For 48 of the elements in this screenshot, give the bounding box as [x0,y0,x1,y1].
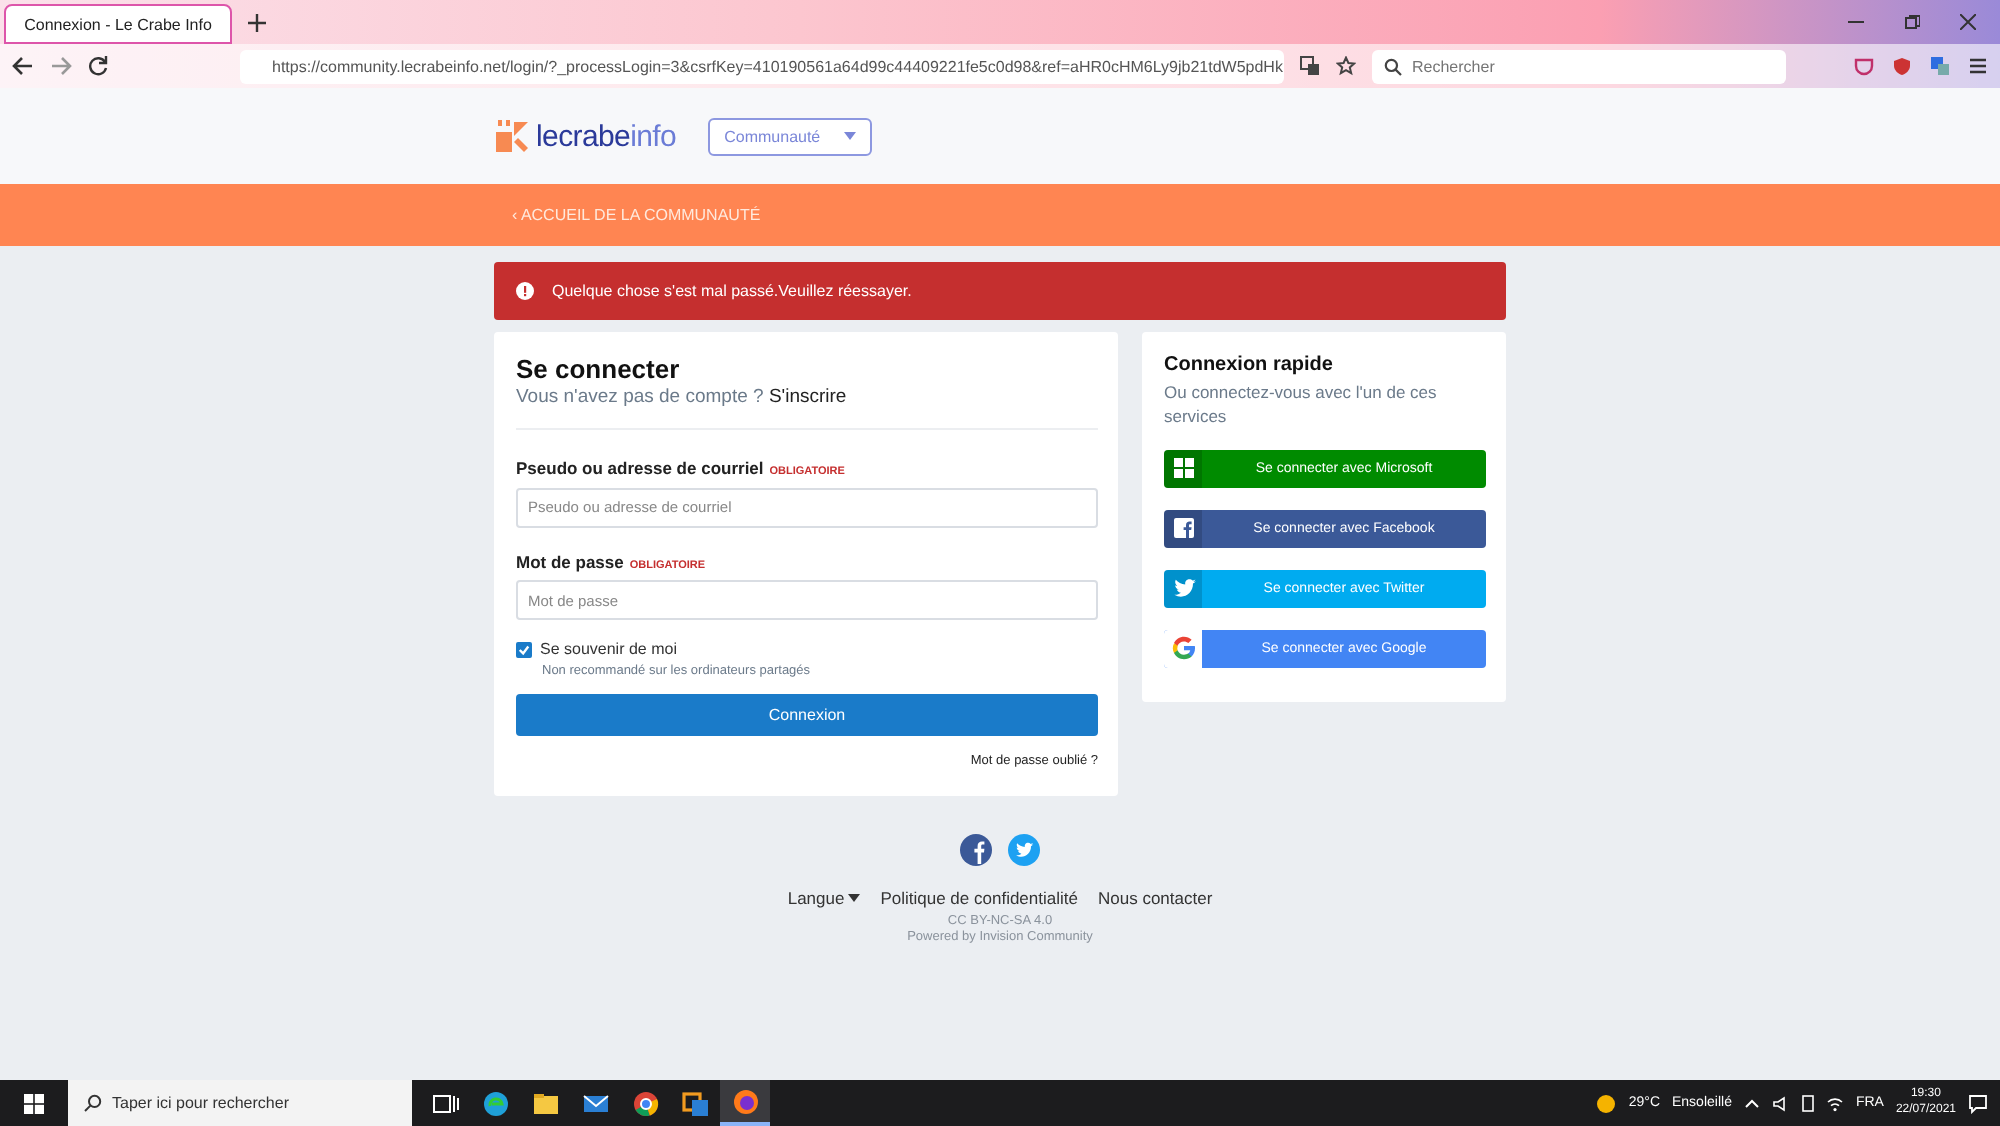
sun-icon [1596,1093,1617,1113]
signup-prompt: Vous n'avez pas de compte ? S'inscrire [516,386,1098,430]
battery-icon [1801,1094,1814,1112]
quick-login-title: Connexion rapide [1164,354,1335,376]
taskbar-search-field[interactable]: Taper ici pour rechercher [68,1080,412,1126]
search-field[interactable]: Rechercher [1372,49,1786,83]
search-icon [84,1094,102,1112]
quick-login-subtitle: Ou connectez-vous avec l'un de ces services [1164,380,1439,430]
checkbox-label: Se souvenir de moi [540,640,677,658]
restore-icon [1904,14,1920,30]
login-title: Se connecter [516,354,682,384]
close-icon [1960,14,1976,30]
translate-icon [1300,56,1320,76]
facebook-icon[interactable] [960,834,992,866]
caret-down-icon [848,894,861,902]
reload-icon [88,56,108,76]
search-icon [1384,57,1402,75]
logo-text: lecrabeinfo [536,119,677,153]
star-icon [1336,56,1356,76]
back-arrow-icon [12,56,34,76]
browser-tab[interactable]: Connexion - Le Crabe Info [4,4,232,44]
forward-arrow-icon [50,56,72,76]
speaker-icon [1771,1095,1790,1111]
checkmark-icon [518,643,530,655]
chrome-app-icon [629,1087,661,1119]
address-bar[interactable]: https://community.lecrabeinfo.net/login/?_processLogin=3&csrfKey=410190561a64d99c44409221fe5c0d98&ref=aHR0cHM6Ly9jb21tdW5pdHk [240,49,1284,83]
signup-link[interactable]: S'inscrire [768,386,847,408]
wifi-icon [1825,1095,1844,1111]
notification-icon [1968,1093,1988,1113]
checkbox[interactable] [516,641,532,657]
firefox-app-icon [729,1085,761,1117]
twitter-icon[interactable] [1008,834,1040,866]
windows-start-icon [24,1093,44,1113]
warning-icon [516,282,534,300]
field-label: Pseudo ou adresse de courriel [516,458,764,478]
menu-icon [1968,56,1988,76]
google-icon [1167,632,1199,665]
crab-logo-icon [494,118,530,154]
login-button[interactable]: Connexion [516,694,1098,736]
language-dropdown[interactable]: Langue [787,888,861,908]
footer-link[interactable]: Politique de confidentialité [880,888,1078,908]
caret-down-icon [844,132,857,140]
chevron-up-icon [1743,1098,1760,1108]
translate-icon [1930,56,1950,76]
footer-link[interactable]: Nous contacter [1097,888,1213,908]
error-message: Quelque chose s'est mal passé.Veuillez réessayer. [552,282,912,300]
field-label: Mot de passe [516,551,624,571]
new-tab-icon[interactable] [248,13,266,31]
